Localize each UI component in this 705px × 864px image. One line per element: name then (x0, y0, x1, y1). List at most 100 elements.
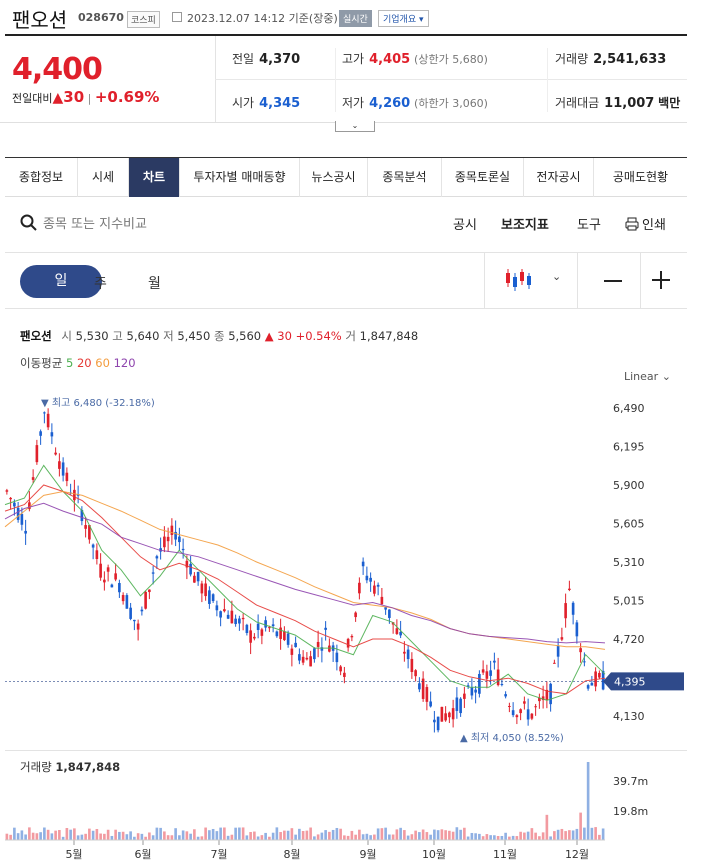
volume-bar (560, 828, 564, 840)
volume: 거래량 2,541,633 (555, 52, 667, 67)
scale-dropdown[interactable]: Linear ⌄ (624, 370, 671, 383)
volume-bar (129, 831, 132, 840)
volume-bar (309, 827, 312, 840)
candle-body (226, 614, 230, 619)
volume-bar (301, 831, 305, 840)
candle-body (515, 715, 519, 718)
candle-body (358, 582, 361, 594)
candlestick-icon[interactable] (503, 267, 533, 293)
chevron-down-icon[interactable]: ⌄ (552, 270, 561, 283)
expand-toggle[interactable]: ⌄ (335, 121, 375, 132)
disclosure-button[interactable]: 공시 (453, 214, 477, 233)
volume-bar (208, 830, 211, 840)
candle-body (200, 583, 204, 594)
volume-bar (519, 831, 522, 840)
candle-body (114, 573, 117, 580)
tab-news[interactable]: 뉴스공시 (300, 158, 368, 197)
volume-bar (253, 831, 256, 840)
volume-bar (215, 831, 219, 840)
volume-bar (155, 827, 159, 840)
tools-button[interactable]: 도구 (577, 214, 601, 233)
volume-bar (166, 835, 170, 840)
candle-body (459, 698, 462, 714)
candle-body (556, 646, 560, 657)
volume-bar (73, 828, 76, 840)
zoom-out-icon[interactable] (604, 280, 622, 282)
price-chart[interactable]: 6,490 6,195 5,900 5,605 5,310 5,015 4,720 4,130… (0, 390, 705, 750)
y-tick-label: 6,195 (613, 441, 645, 454)
candle-body (481, 669, 485, 673)
period-week-button[interactable]: 주 (94, 273, 107, 293)
candle-body (590, 682, 594, 686)
candle-body (275, 631, 279, 637)
change-label: 전일대비 (12, 92, 53, 105)
volume-bar (230, 834, 234, 840)
compare-search[interactable]: 종목 또는 지수비교 (20, 213, 147, 232)
volume-bar (46, 829, 50, 840)
current-price: 4,400 (12, 52, 103, 87)
volume-bar (354, 834, 357, 840)
volume-bar (204, 827, 207, 840)
candle-body (196, 571, 200, 582)
volume-bar (399, 827, 402, 840)
candle-body (504, 694, 507, 697)
y-tick-label: 5,605 (613, 518, 645, 531)
candle-body (181, 548, 185, 551)
candle-body (575, 622, 579, 637)
candle-body (215, 605, 219, 611)
period-day-button[interactable]: 일 (20, 265, 102, 298)
period-month-button[interactable]: 월 (148, 273, 161, 293)
candle-body (294, 642, 297, 648)
tab-chart[interactable]: 차트 (129, 158, 180, 197)
volume-bar (189, 833, 192, 840)
indicators-button[interactable]: 보조지표 (501, 214, 549, 233)
candle-body (148, 589, 151, 593)
volume-bar (159, 827, 162, 840)
tab-quotes[interactable]: 시세 (78, 158, 129, 197)
candle-body (373, 585, 376, 594)
volume-chart: 39.7m 19.8m 5월 6월 7월 8월 9월 10월 11월 12월 (5, 762, 648, 861)
market-badge: 코스피 (127, 11, 160, 28)
volume-bar (328, 831, 331, 840)
printer-icon (625, 217, 639, 230)
volume-bar (556, 829, 560, 840)
volume-bar (440, 829, 444, 840)
company-overview-button[interactable]: 기업개요 ▾ (378, 10, 429, 27)
volume-bar (193, 829, 196, 840)
volume-bar (35, 833, 39, 840)
tab-discussion[interactable]: 종목토론실 (442, 158, 524, 197)
volume-bar (523, 832, 526, 840)
candle-body (485, 671, 489, 679)
volume-bar (178, 835, 181, 840)
candle-body (395, 628, 399, 634)
tab-investor-trends[interactable]: 투자자별 매매동향 (180, 158, 300, 197)
candle-body (493, 660, 496, 663)
volume-bar (283, 830, 286, 840)
tab-bar: 종합정보 시세 차트 투자자별 매매동향 뉴스공시 종목분석 종목토론실 전자공… (5, 157, 687, 197)
print-button[interactable]: 인쇄 (625, 214, 666, 233)
candle-body (301, 656, 305, 663)
candle-body (249, 630, 252, 643)
volume-bar (290, 828, 294, 840)
volume-bar (118, 831, 121, 840)
volume-bar (545, 814, 549, 840)
candle-body (508, 705, 511, 707)
volume-bar (481, 836, 485, 840)
trade-amount: 거래대금 11,007 백만 (555, 96, 681, 111)
tab-short-selling[interactable]: 공매도현황 (594, 158, 687, 197)
tab-e-disclosure[interactable]: 전자공시 (524, 158, 594, 197)
candle-body (286, 633, 290, 645)
volume-bar (418, 832, 421, 840)
volume-bar (313, 836, 316, 840)
zoom-in-icon[interactable] (652, 271, 670, 289)
volume-bar (448, 830, 451, 840)
volume-bar (538, 836, 541, 840)
volume-bar (16, 833, 20, 840)
candle-body (129, 607, 132, 619)
tab-overview[interactable]: 종합정보 (5, 158, 78, 197)
volume-bar (414, 830, 417, 840)
candle-body (245, 624, 249, 634)
tab-analysis[interactable]: 종목분석 (368, 158, 442, 197)
volume-bar (260, 835, 264, 840)
y-tick-label: 5,900 (613, 479, 645, 492)
